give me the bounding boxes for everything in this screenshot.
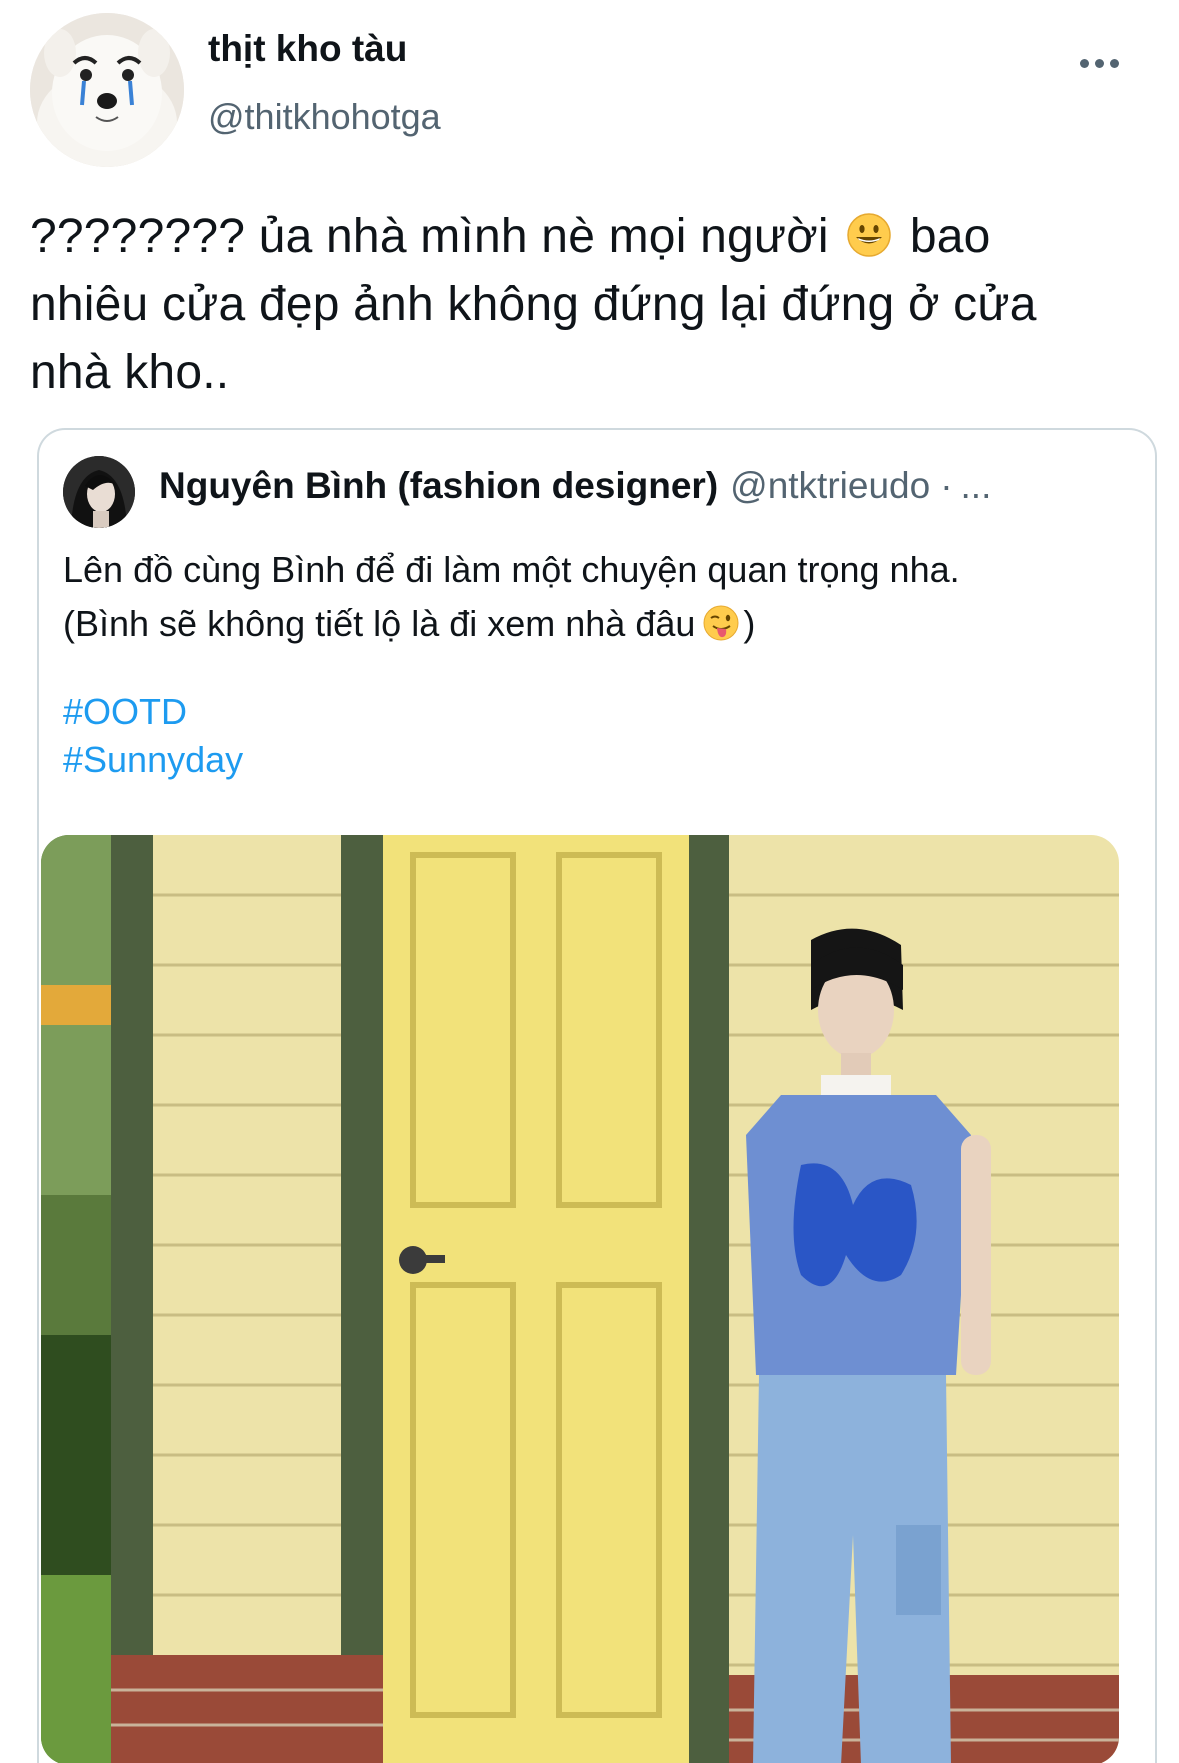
display-name[interactable]: thịt kho tàu (208, 28, 407, 70)
hashtag-link[interactable]: #OOTD (63, 688, 243, 736)
user-avatar[interactable] (30, 13, 184, 167)
quoted-tweet-header: Nguyên Bình (fashion designer) @ntktrieud… (159, 465, 991, 507)
quoted-more-ellipsis[interactable]: ... (961, 465, 992, 506)
user-handle[interactable]: @thitkhohotga (208, 96, 441, 138)
hashtag-list: #OOTD #Sunnyday (63, 688, 243, 784)
hashtag-link[interactable]: #Sunnyday (63, 736, 243, 784)
tweet-text: ???????? ủa nhà mình nè mọi người bao nh… (30, 203, 1150, 407)
grinning-face-emoji-icon (847, 213, 892, 257)
tweet-header: thịt kho tàu @thitkhohotga (0, 0, 1179, 180)
quoted-tweet-text: Lên đồ cùng Bình để đi làm một chuyện qu… (63, 543, 1143, 651)
samoyed-dog-avatar-icon (30, 13, 184, 167)
quoted-text-line: (Bình sẽ không tiết lộ là đi xem nhà đâu (63, 603, 696, 644)
quoted-tweet-card[interactable]: Nguyên Bình (fashion designer) @ntktrieud… (37, 428, 1157, 1763)
tweet-text-line: ???????? ủa nhà mình nè mọi người (30, 210, 829, 263)
timestamp-separator: · (940, 465, 953, 506)
quoted-user-avatar-icon (63, 456, 135, 528)
tweet-text-line: nhiêu cửa đẹp ảnh không đứng lại đứng ở … (30, 278, 1037, 331)
quoted-user-avatar[interactable] (63, 456, 135, 528)
tweet-text-line: nhà kho.. (30, 346, 230, 399)
winking-face-with-tongue-emoji-icon (703, 605, 739, 641)
photo-image (41, 835, 1119, 1763)
quoted-tweet-photo[interactable] (41, 835, 1119, 1763)
quoted-text-line: ) (743, 603, 756, 644)
quoted-display-name[interactable]: Nguyên Bình (fashion designer) (159, 465, 718, 506)
quoted-text-line: Lên đồ cùng Bình để đi làm một chuyện qu… (63, 549, 960, 590)
tweet-text-line: bao (909, 210, 991, 263)
more-options-icon[interactable] (1078, 48, 1128, 78)
quoted-user-handle[interactable]: @ntktrieudo (730, 465, 930, 506)
